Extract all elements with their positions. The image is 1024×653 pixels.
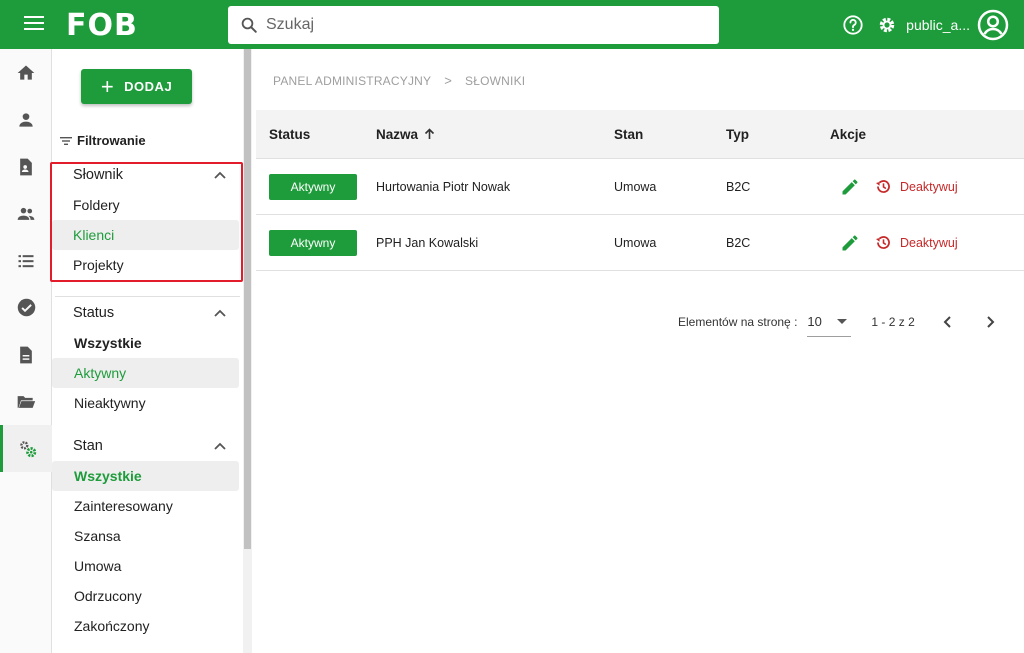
filter-group-header[interactable]: Status <box>52 298 242 328</box>
column-header-stage[interactable]: Stan <box>614 127 726 142</box>
column-header-name[interactable]: Nazwa <box>376 127 614 142</box>
edit-icon[interactable] <box>840 233 860 253</box>
chevron-right-icon <box>987 316 995 328</box>
row-name: PPH Jan Kowalski <box>376 235 479 250</box>
username-label[interactable]: public_a... <box>906 17 970 33</box>
chevron-up-icon <box>214 442 226 450</box>
breadcrumb-current: SŁOWNIKI <box>465 73 526 88</box>
next-page-button[interactable] <box>979 310 1003 334</box>
filter-title: Filtrowanie <box>60 133 146 148</box>
restore-icon <box>875 180 890 193</box>
status-badge: Aktywny <box>269 229 357 256</box>
column-header-actions: Akcje <box>830 126 867 142</box>
row-type: B2C <box>726 179 751 194</box>
search-icon <box>241 17 257 33</box>
filter-list-icon <box>60 136 72 145</box>
menu-icon[interactable] <box>24 15 44 31</box>
highlight-box <box>50 162 243 282</box>
filter-option[interactable]: Nieaktywny <box>52 388 239 418</box>
scrollbar-thumb[interactable] <box>244 49 251 549</box>
top-bar: FOB public_a... <box>0 0 1024 49</box>
account-circle-icon[interactable] <box>976 8 1010 42</box>
table-header: Status Nazwa Stan Typ Akcje <box>256 110 1024 159</box>
page-range: 1 - 2 z 2 <box>871 315 915 329</box>
description-icon <box>20 346 32 363</box>
filter-option[interactable]: Wszystkie <box>52 461 239 491</box>
check-circle-icon <box>17 298 35 317</box>
filter-group-status: Status Wszystkie Aktywny Nieaktywny <box>52 298 242 418</box>
row-stage: Umowa <box>614 179 657 194</box>
dropdown-arrow-icon <box>837 318 848 324</box>
filter-option[interactable]: Zainteresowany <box>52 491 239 521</box>
help-icon[interactable] <box>836 8 870 42</box>
column-header-type[interactable]: Typ <box>726 127 830 142</box>
status-badge: Aktywny <box>269 173 357 200</box>
nav-admin-settings[interactable] <box>0 425 52 472</box>
arrow-up-icon <box>424 128 435 139</box>
left-nav <box>0 49 52 653</box>
deactivate-button[interactable]: Deaktywuj <box>874 233 958 252</box>
page-size-select[interactable]: 10 <box>807 307 852 337</box>
chevron-left-icon <box>943 316 951 328</box>
filter-option[interactable]: Aktywny <box>52 358 239 388</box>
search-box[interactable] <box>228 6 719 44</box>
breadcrumb-root[interactable]: PANEL ADMINISTRACYJNY <box>273 74 431 88</box>
previous-page-button[interactable] <box>935 310 959 334</box>
document-account-icon <box>20 158 32 175</box>
breadcrumb-separator: > <box>444 73 453 88</box>
add-button[interactable]: + DODAJ <box>81 69 192 104</box>
filter-scrollbar[interactable] <box>243 49 252 653</box>
filter-group-header[interactable]: Stan <box>52 431 242 461</box>
home-icon <box>17 65 35 80</box>
row-stage: Umowa <box>614 235 657 250</box>
search-input[interactable] <box>266 16 686 34</box>
filter-option[interactable]: Zakończony <box>52 611 239 641</box>
page-size-label: Elementów na stronę : <box>678 315 798 329</box>
nav-list[interactable] <box>0 237 52 284</box>
paginator: Elementów na stronę : 10 1 - 2 z 2 <box>678 307 1003 337</box>
plus-icon: + <box>100 73 115 99</box>
list-icon <box>18 254 34 267</box>
filter-panel: + DODAJ Filtrowanie Słownik Foldery Klie… <box>52 49 252 653</box>
column-header-status[interactable]: Status <box>256 127 376 142</box>
edit-icon[interactable] <box>840 177 860 197</box>
group-icon <box>17 207 35 220</box>
nav-home[interactable] <box>0 49 52 96</box>
filter-option[interactable]: Wszystkie <box>52 328 239 358</box>
settings-gears-icon <box>19 440 36 457</box>
folder-open-icon <box>17 395 36 408</box>
dictionary-table: Status Nazwa Stan Typ Akcje Aktywny Hurt… <box>256 110 1024 271</box>
nav-folder[interactable] <box>0 378 52 425</box>
restore-icon <box>875 236 890 249</box>
filter-group-stage: Stan Wszystkie Zainteresowany Szansa Umo… <box>52 431 242 641</box>
nav-person[interactable] <box>0 96 52 143</box>
filter-option[interactable]: Odrzucony <box>52 581 239 611</box>
nav-group[interactable] <box>0 190 52 237</box>
deactivate-button[interactable]: Deaktywuj <box>874 177 958 196</box>
main-content: PANEL ADMINISTRACYJNY > SŁOWNIKI Status … <box>252 49 1024 653</box>
row-name: Hurtowania Piotr Nowak <box>376 179 511 194</box>
table-row: Aktywny Hurtowania Piotr Nowak Umowa B2C… <box>256 159 1024 215</box>
divider <box>55 296 240 297</box>
nav-tasks[interactable] <box>0 284 52 331</box>
filter-option[interactable]: Umowa <box>52 551 239 581</box>
filter-option[interactable]: Szansa <box>52 521 239 551</box>
chevron-up-icon <box>214 309 226 317</box>
nav-documents[interactable] <box>0 143 52 190</box>
app-logo[interactable]: FOB <box>66 8 138 43</box>
settings-gear-icon[interactable] <box>870 8 904 42</box>
person-icon <box>19 112 33 127</box>
breadcrumb: PANEL ADMINISTRACYJNY > SŁOWNIKI <box>273 73 525 88</box>
table-row: Aktywny PPH Jan Kowalski Umowa B2C Deakt… <box>256 215 1024 271</box>
row-type: B2C <box>726 235 751 250</box>
nav-description[interactable] <box>0 331 52 378</box>
